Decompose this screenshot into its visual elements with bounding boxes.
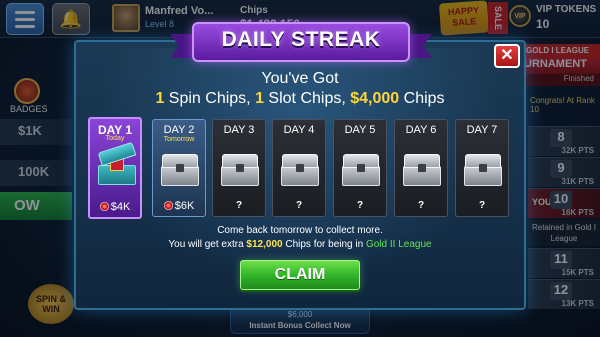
- reward-subtitle: You've Got: [261, 70, 339, 87]
- chest-icon: [464, 152, 502, 186]
- day-reward-unknown: ?: [478, 200, 486, 211]
- extra-chips-amount: $12,000: [246, 239, 283, 250]
- chest-icon: [403, 152, 441, 186]
- chest-icon: [221, 152, 259, 186]
- day-card-3[interactable]: DAY 3 ?: [212, 119, 266, 217]
- day-reward-unknown: ?: [417, 200, 425, 211]
- reward-summary: 1 Spin Chips, 1 Slot Chips, $4,000 Chips: [74, 90, 526, 108]
- info-text-mid: Chips for being in: [282, 239, 366, 250]
- league-name: Gold II League: [365, 239, 432, 250]
- close-button[interactable]: ✕: [494, 44, 520, 68]
- day-reward-unknown: ?: [235, 200, 243, 211]
- day-card-7[interactable]: DAY 7 ?: [455, 119, 509, 217]
- slot-chips-text: Slot Chips,: [263, 90, 351, 107]
- day-card-1[interactable]: DAY 1 Today $4K: [88, 117, 142, 219]
- claim-label: CLAIM: [274, 266, 326, 283]
- chips-amount: $4,000: [350, 90, 400, 107]
- dialog-title: DAILY STREAK: [221, 28, 381, 51]
- day-label: DAY 7: [466, 124, 498, 136]
- spin-chips-text: Spin Chips,: [164, 90, 256, 107]
- claim-button[interactable]: CLAIM: [240, 260, 360, 290]
- day-label: DAY 6: [405, 124, 437, 136]
- day-card-2[interactable]: DAY 2 Tomorrow $6K: [152, 119, 206, 217]
- info-text-pre: You will get extra: [168, 239, 247, 250]
- day-reward-value: $4K: [110, 201, 131, 213]
- day-card-6[interactable]: DAY 6 ?: [394, 119, 448, 217]
- close-icon: ✕: [500, 47, 514, 64]
- chest-icon: [342, 152, 380, 186]
- day-reward-unknown: ?: [295, 200, 303, 211]
- info-text-2: You will get extra $12,000 Chips for bei…: [74, 239, 526, 250]
- day-label: DAY 2: [163, 124, 195, 136]
- info-text-1: Come back tomorrow to collect more.: [217, 225, 383, 236]
- day-reward: $4K: [90, 201, 140, 213]
- open-chest-icon: [97, 141, 137, 185]
- day-label: DAY 4: [283, 124, 315, 136]
- day-sub-label: Today: [105, 135, 125, 142]
- day-reward: $6K: [153, 200, 205, 212]
- day-sub-label: Tomorrow: [163, 136, 195, 143]
- chip-icon: [163, 201, 173, 210]
- day-label: DAY 3: [223, 124, 255, 136]
- day-label: DAY 5: [344, 124, 376, 136]
- day-card-5[interactable]: DAY 5 ?: [333, 119, 387, 217]
- day-card-4[interactable]: DAY 4 ?: [272, 119, 326, 217]
- day-reward-value: $6K: [174, 200, 195, 212]
- chest-icon: [281, 152, 319, 186]
- day-reward-unknown: ?: [356, 200, 364, 211]
- chip-icon: [99, 202, 109, 211]
- chips-text: Chips: [399, 90, 445, 107]
- slot-chips-count: 1: [255, 90, 264, 107]
- chest-icon: [161, 152, 199, 186]
